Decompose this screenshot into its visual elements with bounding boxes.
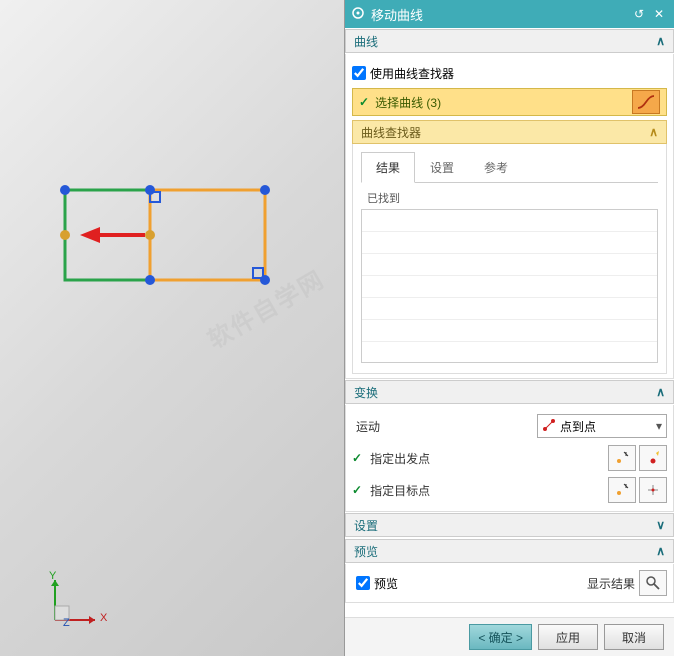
tab-reference[interactable]: 参考	[469, 152, 523, 182]
axis-y-label: Y	[49, 570, 56, 582]
gear-icon[interactable]	[351, 6, 365, 23]
viewport[interactable]: 软件自学网 X Y Z	[0, 0, 344, 656]
show-result-button[interactable]	[639, 570, 667, 596]
section-settings-header[interactable]: 设置 ∨	[345, 513, 674, 537]
reset-icon[interactable]: ↺	[630, 5, 648, 23]
collapse-icon: ∧	[656, 544, 665, 558]
point-to-point-icon	[542, 418, 556, 435]
expand-icon: ∨	[656, 518, 665, 532]
axis-z-label: Z	[63, 617, 70, 629]
use-finder-checkbox[interactable]	[352, 66, 366, 80]
to-point-snap[interactable]	[639, 477, 667, 503]
motion-row: 运动 点到点 ▾	[352, 411, 667, 441]
tab-settings[interactable]: 设置	[415, 152, 469, 182]
titlebar: 移动曲线 ↺ ✕	[345, 0, 674, 28]
cancel-button[interactable]: 取消	[604, 624, 664, 650]
preview-label: 预览	[374, 575, 398, 592]
chevron-down-icon: ▾	[656, 419, 662, 433]
preview-checkbox[interactable]	[356, 576, 370, 590]
to-point-picker[interactable]	[608, 477, 636, 503]
section-preview-body: 预览 显示结果	[345, 564, 674, 603]
apply-button[interactable]: 应用	[538, 624, 598, 650]
show-result-label: 显示结果	[587, 575, 635, 592]
found-label: 已找到	[361, 187, 658, 209]
finder-tabs: 结果 设置 参考	[361, 152, 658, 183]
finder-body: 结果 设置 参考 已找到	[352, 144, 667, 374]
from-point-picker[interactable]	[608, 445, 636, 471]
curve-type-icon[interactable]	[632, 90, 660, 114]
section-curve-body: 使用曲线查找器 ✓ 选择曲线 (3) 曲线查找器 ∧ 结果 设置 参考 已找到	[345, 54, 674, 379]
motion-dropdown[interactable]: 点到点 ▾	[537, 414, 667, 438]
collapse-icon: ∧	[649, 125, 658, 139]
tab-results[interactable]: 结果	[361, 152, 415, 183]
collapse-icon: ∧	[656, 385, 665, 399]
panel-title: 移动曲线	[371, 5, 628, 24]
close-icon[interactable]: ✕	[650, 5, 668, 23]
to-point-row: ✓ 指定目标点	[352, 475, 667, 505]
axis-x-label: X	[100, 612, 107, 624]
use-finder-label: 使用曲线查找器	[370, 65, 454, 82]
from-point-row: ✓ 指定出发点	[352, 443, 667, 473]
section-curve-header[interactable]: 曲线 ∧	[345, 29, 674, 53]
use-finder-row: 使用曲线查找器	[352, 60, 667, 86]
select-curve-row[interactable]: ✓ 选择曲线 (3)	[352, 88, 667, 116]
collapse-icon: ∧	[656, 34, 665, 48]
section-transform-header[interactable]: 变换 ∧	[345, 380, 674, 404]
section-transform-body: 运动 点到点 ▾ ✓ 指定出发点 ✓ 指定目标点	[345, 405, 674, 512]
check-icon: ✓	[359, 95, 369, 109]
finder-header[interactable]: 曲线查找器 ∧	[352, 120, 667, 144]
check-icon: ✓	[352, 483, 362, 497]
button-row: 1 < 确定 > 应用 取消	[345, 617, 674, 656]
from-point-auto[interactable]	[639, 445, 667, 471]
check-icon: ✓	[352, 451, 362, 465]
panel: 移动曲线 ↺ ✕ 曲线 ∧ 使用曲线查找器 ✓ 选择曲线 (3) 曲线查找器 ∧…	[344, 0, 674, 656]
result-list[interactable]	[361, 209, 658, 363]
section-preview-header[interactable]: 预览 ∧	[345, 539, 674, 563]
ok-button[interactable]: < 确定 >	[469, 624, 532, 650]
